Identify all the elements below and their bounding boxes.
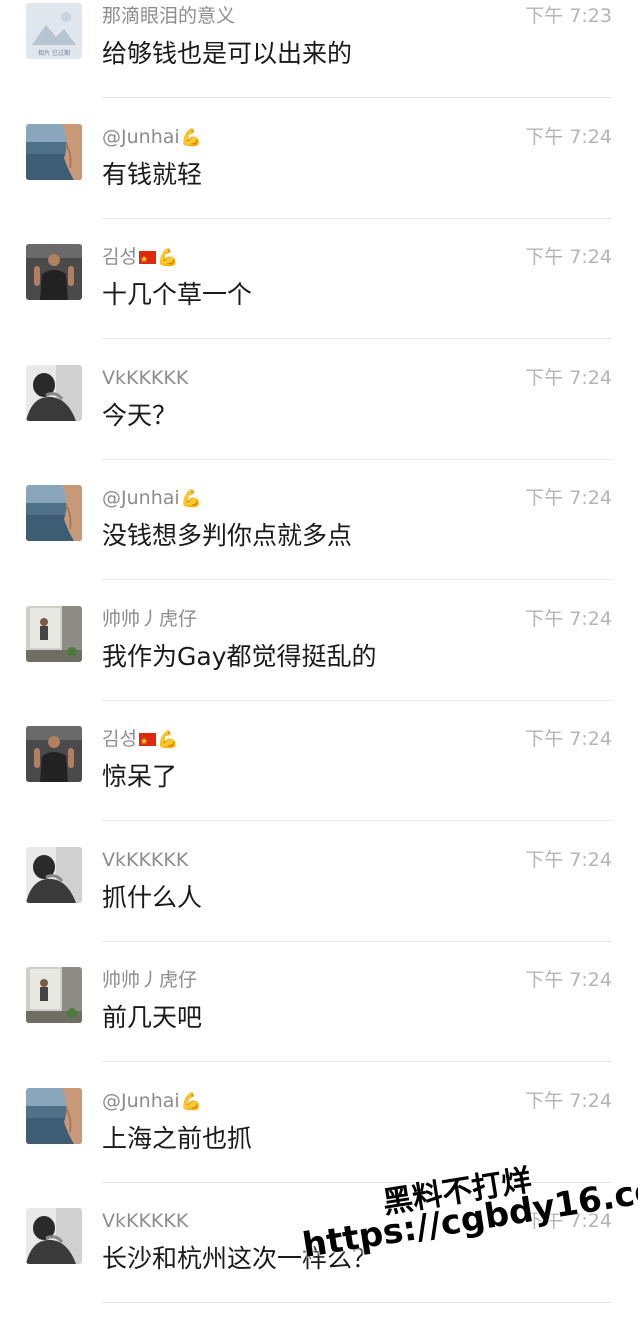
sender-name[interactable]: VkKKKKK [102,1209,188,1233]
sender-name[interactable]: @Junhai💪 [102,486,202,511]
row-divider [102,459,612,460]
sender-name-text: 帅帅丿虎仔 [102,608,198,630]
sea-avatar[interactable] [26,124,82,180]
message-text: 前几天吧 [102,1003,203,1032]
message-row[interactable]: @Junhai💪 下午 7:24 上海之前也抓 [0,1079,638,1199]
message-text: 上海之前也抓 [102,1124,253,1153]
message-row[interactable]: @Junhai💪 下午 7:24 没钱想多判你点就多点 [0,476,638,596]
sender-name[interactable]: @Junhai💪 [102,1089,202,1114]
flexed-biceps-icon: 💪 [180,489,202,509]
flexed-biceps-icon: 💪 [180,128,202,148]
message-row[interactable]: 김성 💪 下午 7:24 十几个草一个 [0,235,638,355]
message-time: 下午 7:24 [525,126,612,148]
row-divider [102,941,612,942]
gym-avatar[interactable] [26,726,82,782]
sender-name[interactable]: @Junhai💪 [102,125,202,150]
sea-avatar[interactable] [26,1088,82,1144]
sender-name[interactable]: 那滴眼泪的意义 [102,4,235,28]
message-time: 下午 7:24 [525,969,612,991]
sender-name[interactable]: 帅帅丿虎仔 [102,968,197,992]
flexed-biceps-icon: 💪 [180,1092,202,1112]
sender-name[interactable]: 김성 💪 [102,727,179,754]
message-time: 下午 7:24 [525,608,612,630]
china-flag-icon [138,730,156,754]
flexed-biceps-icon: 💪 [156,730,179,750]
message-text: 今天？ [102,401,178,430]
mirror-avatar[interactable] [26,606,82,662]
message-row[interactable]: VkKKKKK 下午 7:24 今天？ [0,356,638,476]
message-row[interactable]: 帅帅丿虎仔 下午 7:24 前几天吧 [0,958,638,1078]
message-time: 下午 7:24 [525,487,612,509]
sender-name-text: @Junhai [102,487,180,509]
bw-man-avatar[interactable] [26,847,82,903]
message-row[interactable]: VkKKKKK 下午 7:24 抓什么人 [0,838,638,958]
placeholder-avatar-caption: 相片 已过期 [38,49,70,57]
sender-name-text: VkKKKKK [102,367,189,389]
sender-name-text: VkKKKKK [102,1210,189,1232]
row-divider [102,700,612,701]
bw-man-avatar[interactable] [26,1208,82,1264]
message-row[interactable]: 김성 💪 下午 7:24 惊呆了 [0,717,638,837]
bw-man-avatar[interactable] [26,365,82,421]
message-time: 下午 7:24 [525,367,612,389]
row-divider [102,820,612,821]
row-divider [102,1302,612,1303]
message-text: 我作为Gay都觉得挺乱的 [102,642,377,671]
message-text: 惊呆了 [102,762,178,791]
message-time: 下午 7:24 [525,728,612,750]
sender-name-text: 帅帅丿虎仔 [102,969,198,991]
sender-name-text: @Junhai [102,1090,180,1112]
china-flag-icon [138,248,156,272]
row-divider [102,338,612,339]
mirror-avatar[interactable] [26,967,82,1023]
row-divider [102,579,612,580]
sender-name[interactable]: VkKKKKK [102,848,188,872]
message-time: 下午 7:23 [525,5,612,27]
sender-name[interactable]: 김성 💪 [102,245,179,272]
message-time: 下午 7:24 [525,246,612,268]
message-text: 没钱想多判你点就多点 [102,521,353,550]
sender-name-text: 김성 [102,728,137,750]
flexed-biceps-icon: 💪 [156,248,179,268]
message-row[interactable]: @Junhai💪 下午 7:24 有钱就轻 [0,115,638,235]
message-text: 给够钱也是可以出来的 [102,39,353,68]
message-text: 抓什么人 [102,883,203,912]
sea-avatar[interactable] [26,485,82,541]
sender-name[interactable]: 帅帅丿虎仔 [102,607,197,631]
sender-name-text: 김성 [102,246,137,268]
placeholder-avatar[interactable]: 相片 已过期 [26,3,82,59]
message-row[interactable]: 帅帅丿虎仔 下午 7:24 我作为Gay都觉得挺乱的 [0,597,638,717]
sender-name-text: VkKKKKK [102,849,189,871]
message-text: 有钱就轻 [102,160,203,189]
row-divider [102,97,612,98]
row-divider [102,1182,612,1183]
message-time: 下午 7:24 [525,849,612,871]
message-text: 十几个草一个 [102,280,253,309]
gym-avatar[interactable] [26,244,82,300]
row-divider [102,1061,612,1062]
sender-name-text: 那滴眼泪的意义 [102,5,236,27]
sender-name[interactable]: VkKKKKK [102,366,188,390]
message-row[interactable]: 相片 已过期 那滴眼泪的意义 下午 7:23 给够钱也是可以出来的 [0,0,638,114]
row-divider [102,218,612,219]
message-time: 下午 7:24 [525,1090,612,1112]
sender-name-text: @Junhai [102,126,180,148]
